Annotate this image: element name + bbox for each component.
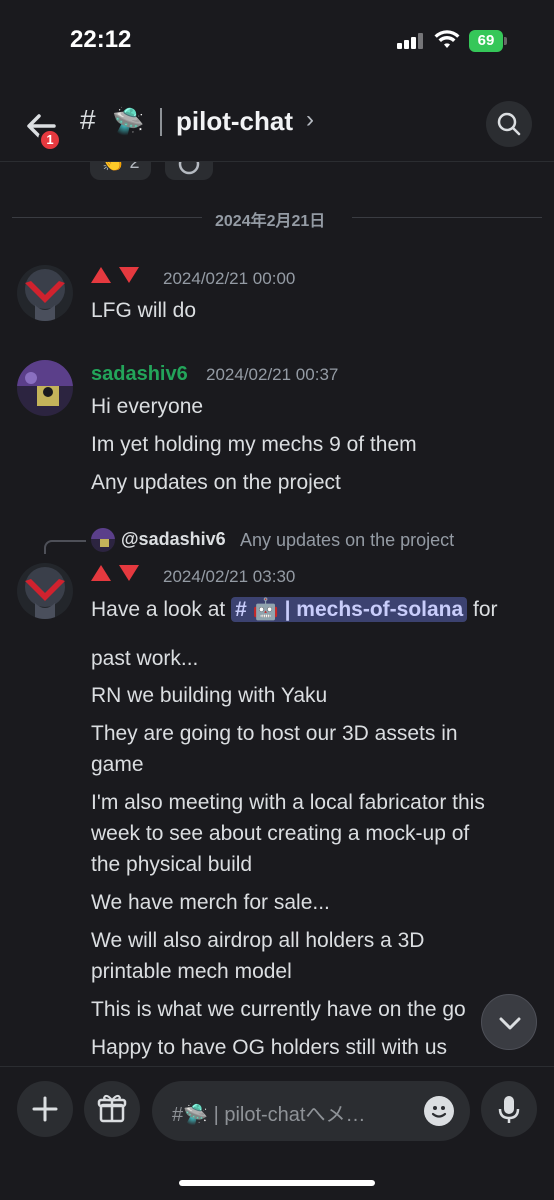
reply-connector [44,540,86,554]
add-attachment-button[interactable] [17,1081,73,1137]
message-text: past work... [91,647,199,670]
jump-to-present-button[interactable] [481,994,537,1050]
date-separator: 2024年2月21日 [12,207,542,230]
emoji-picker-button[interactable] [424,1096,454,1126]
gift-button[interactable] [84,1081,140,1137]
chevron-right-icon[interactable]: › [306,106,314,134]
avatar[interactable] [17,360,73,416]
message-text-prefix: Have a look at [91,598,232,621]
message-author[interactable] [91,266,139,289]
add-reaction-button[interactable] [165,162,213,180]
message-text: RN we building with Yaku [91,684,328,707]
message-text: I'm also meeting with a local fabricator… [91,791,485,814]
message-text: week to see about creating a mock-up of [91,822,470,845]
red-triangle-up-icon [91,565,111,581]
unread-badge: 1 [38,128,62,152]
status-bar: 22:12 69 [0,0,554,84]
message-text: LFG will do [91,299,197,322]
message-author[interactable] [91,564,139,587]
red-triangle-up-icon [91,267,111,283]
message-text: They are going to host our 3D assets in [91,722,458,745]
avatar[interactable] [17,563,73,619]
channel-header: 1 # 🛸 pilot-chat › [0,84,554,162]
avatar[interactable] [17,265,73,321]
message-text: We will also airdrop all holders a 3D [91,929,425,952]
message-timestamp: 2024/02/21 03:30 [163,567,296,586]
wifi-icon [434,30,460,48]
reply-username[interactable]: @sadashiv6 [121,529,226,550]
red-triangle-down-icon [119,565,139,581]
add-reaction-icon [178,162,200,175]
reply-preview-text[interactable]: Any updates on the project [240,530,454,551]
reply-avatar[interactable] [91,528,115,552]
channel-name[interactable]: pilot-chat [176,106,293,137]
message-text: Any updates on the project [91,471,341,494]
date-separator-text: 2024年2月21日 [215,213,326,230]
message-text: We have merch for sale... [91,891,330,914]
emoji-icon [431,1106,447,1118]
voice-message-button[interactable] [481,1081,537,1137]
message-text: Happy to have OG holders still with us [91,1036,447,1059]
cellular-signal-icon [397,33,425,49]
message-text-suffix: for [467,598,498,621]
message-text: This is what we currently have on the go [91,998,466,1021]
microphone-icon [498,1096,520,1123]
gift-icon [97,1094,127,1123]
channel-mention-link[interactable]: # 🤖 | mechs-of-solana [231,597,468,622]
message-text: Hi everyone [91,395,204,418]
message-input-placeholder: #🛸 | pilot-chatへメ… [172,1104,366,1126]
channel-hash-icon: # [80,104,96,135]
channel-separator [160,108,162,136]
red-triangle-down-icon [119,267,139,283]
battery-level: 69 [469,30,503,52]
message-text: printable mech model [91,960,292,983]
message-list[interactable]: 👏 2 2024年2月21日 2024/02/21 00:00 LFG will… [0,162,554,1066]
message-timestamp: 2024/02/21 00:37 [206,365,339,384]
reaction-chip[interactable]: 👏 2 [90,162,152,180]
chevron-down-icon [499,1017,521,1030]
message-text: the physical build [91,853,253,876]
plus-icon [32,1096,58,1122]
reaction-count: 2 [129,162,140,172]
search-icon [497,112,521,136]
battery-icon: 69 [469,30,507,52]
status-time: 22:12 [70,26,132,53]
search-button[interactable] [486,101,532,147]
message-timestamp: 2024/02/21 00:00 [163,269,296,288]
message-text: game [91,753,144,776]
message-input[interactable]: #🛸 | pilot-chatへメ… [152,1081,470,1141]
message-author[interactable]: sadashiv6 [91,363,188,386]
channel-emoji: 🛸 [112,106,145,136]
reaction-emoji: 👏 [102,162,125,172]
home-indicator [179,1180,375,1186]
message-text: Im yet holding my mechs 9 of them [91,433,417,456]
message-text: Have a look at # 🤖 | mechs-of-solana for [91,594,498,625]
